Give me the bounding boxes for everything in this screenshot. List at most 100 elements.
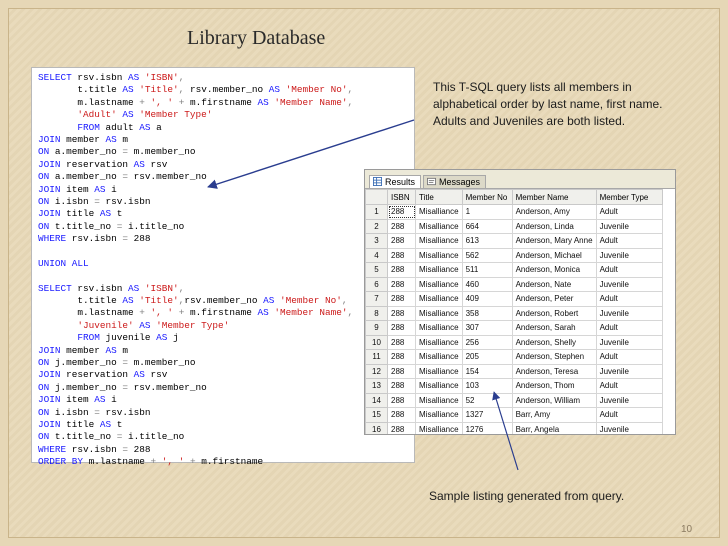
row-number[interactable]: 14	[365, 392, 388, 408]
table-row[interactable]: 4 288 Misalliance 562 Anderson, Michael Juven…	[365, 247, 663, 263]
table-cell[interactable]: 460	[461, 276, 513, 292]
table-cell[interactable]: 103	[461, 378, 513, 394]
table-cell[interactable]: Adult	[595, 378, 663, 394]
table-cell[interactable]: 409	[461, 291, 513, 307]
table-cell[interactable]: 288	[387, 218, 416, 234]
table-cell[interactable]: Anderson, Monica	[511, 262, 597, 278]
table-cell[interactable]: Misalliance	[415, 218, 463, 234]
table-cell[interactable]: 256	[461, 334, 513, 350]
table-cell[interactable]: Anderson, Amy	[511, 204, 597, 220]
results-grid[interactable]: ISBN Title Member No Member Name Member Type…	[365, 189, 663, 434]
table-cell[interactable]: Anderson, Linda	[511, 218, 597, 234]
tab-results[interactable]: Results	[369, 175, 422, 188]
table-row[interactable]: 3 288 Misalliance 613 Anderson, Mary Anne Adu…	[365, 233, 663, 249]
table-cell[interactable]: Juvenile	[595, 305, 663, 321]
table-cell[interactable]: Misalliance	[415, 291, 463, 307]
table-cell[interactable]: Barr, Amy	[511, 407, 597, 423]
table-cell[interactable]: 288	[387, 334, 416, 350]
row-number[interactable]: 7	[365, 291, 388, 307]
table-cell[interactable]: 52	[461, 392, 513, 408]
table-row[interactable]: 14 288 Misalliance 52 Anderson, William Juven…	[365, 392, 663, 408]
table-row[interactable]: 5 288 Misalliance 511 Anderson, Monica Adult	[365, 262, 663, 278]
tab-messages[interactable]: Messages	[423, 175, 487, 188]
table-cell[interactable]: Misalliance	[415, 421, 463, 434]
table-cell[interactable]: Juvenile	[595, 218, 663, 234]
row-number[interactable]: 4	[365, 247, 388, 263]
column-header[interactable]: ISBN	[387, 189, 416, 205]
table-cell[interactable]: 288	[387, 305, 416, 321]
table-cell[interactable]: Misalliance	[415, 407, 463, 423]
row-number[interactable]: 10	[365, 334, 388, 350]
table-cell[interactable]: Anderson, Thom	[511, 378, 597, 394]
table-cell[interactable]: 288	[387, 320, 416, 336]
table-cell[interactable]: 288	[387, 262, 416, 278]
table-cell[interactable]: Adult	[595, 204, 663, 220]
table-row[interactable]: 10 288 Misalliance 256 Anderson, Shelly Juven…	[365, 334, 663, 350]
table-cell[interactable]: 288	[387, 378, 416, 394]
table-cell[interactable]: 288	[387, 407, 416, 423]
table-cell[interactable]: Misalliance	[415, 276, 463, 292]
table-cell[interactable]: 613	[461, 233, 513, 249]
table-cell[interactable]: 288	[387, 421, 416, 434]
table-cell[interactable]: Anderson, Shelly	[511, 334, 597, 350]
table-row[interactable]: 8 288 Misalliance 358 Anderson, Robert Juveni…	[365, 305, 663, 321]
table-cell[interactable]: Adult	[595, 407, 663, 423]
column-header[interactable]: Member No	[461, 189, 513, 205]
table-cell[interactable]: Juvenile	[595, 247, 663, 263]
table-cell[interactable]: 1276	[461, 421, 513, 434]
table-row[interactable]: 15 288 Misalliance 1327 Barr, Amy Adult	[365, 407, 663, 423]
table-cell[interactable]: 288	[387, 247, 416, 263]
table-cell[interactable]: Anderson, Peter	[511, 291, 597, 307]
table-cell[interactable]: Adult	[595, 291, 663, 307]
table-cell[interactable]: Juvenile	[595, 334, 663, 350]
table-cell[interactable]: 1327	[461, 407, 513, 423]
table-row[interactable]: 7 288 Misalliance 409 Anderson, Peter Adult	[365, 291, 663, 307]
table-cell[interactable]: Juvenile	[595, 363, 663, 379]
row-number[interactable]: 13	[365, 378, 388, 394]
table-cell[interactable]: Barr, Angela	[511, 421, 597, 434]
row-number[interactable]: 12	[365, 363, 388, 379]
table-cell[interactable]: Misalliance	[415, 204, 463, 220]
row-number[interactable]: 2	[365, 218, 388, 234]
table-cell[interactable]: Anderson, William	[511, 392, 597, 408]
table-cell[interactable]: Misalliance	[415, 262, 463, 278]
table-row[interactable]: 13 288 Misalliance 103 Anderson, Thom Adult	[365, 378, 663, 394]
table-cell[interactable]: 288	[387, 349, 416, 365]
row-number[interactable]: 9	[365, 320, 388, 336]
table-cell[interactable]: Adult	[595, 262, 663, 278]
table-cell[interactable]: Anderson, Stephen	[511, 349, 597, 365]
table-cell[interactable]: Misalliance	[415, 392, 463, 408]
table-cell[interactable]: 288	[387, 276, 416, 292]
table-row[interactable]: 2 288 Misalliance 664 Anderson, Linda Juvenil…	[365, 218, 663, 234]
table-cell[interactable]: Anderson, Robert	[511, 305, 597, 321]
table-cell[interactable]: Adult	[595, 349, 663, 365]
results-panel[interactable]: Results Messages ISBN Title Member No Member…	[364, 169, 676, 435]
table-row[interactable]: 11 288 Misalliance 205 Anderson, Stephen Adul…	[365, 349, 663, 365]
row-number[interactable]: 6	[365, 276, 388, 292]
table-row[interactable]: 12 288 Misalliance 154 Anderson, Teresa Juven…	[365, 363, 663, 379]
table-cell[interactable]: Adult	[595, 320, 663, 336]
table-cell[interactable]: Misalliance	[415, 334, 463, 350]
table-cell[interactable]: Misalliance	[415, 378, 463, 394]
table-cell[interactable]: 288	[387, 291, 416, 307]
table-cell[interactable]: 288	[387, 204, 416, 220]
table-cell[interactable]: 288	[387, 392, 416, 408]
table-cell[interactable]: Misalliance	[415, 320, 463, 336]
table-cell[interactable]: Misalliance	[415, 349, 463, 365]
column-header[interactable]: Member Name	[511, 189, 597, 205]
table-cell[interactable]: 288	[387, 363, 416, 379]
row-number[interactable]: 11	[365, 349, 388, 365]
table-cell[interactable]: 511	[461, 262, 513, 278]
table-cell[interactable]: Anderson, Sarah	[511, 320, 597, 336]
table-cell[interactable]: Misalliance	[415, 233, 463, 249]
row-number[interactable]: 16	[365, 421, 388, 434]
table-cell[interactable]: 1	[461, 204, 513, 220]
table-cell[interactable]: 358	[461, 305, 513, 321]
table-cell[interactable]: Anderson, Michael	[511, 247, 597, 263]
table-row[interactable]: 16 288 Misalliance 1276 Barr, Angela Juvenile	[365, 421, 663, 434]
table-cell[interactable]: Juvenile	[595, 421, 663, 434]
table-cell[interactable]: Anderson, Nate	[511, 276, 597, 292]
table-cell[interactable]: Juvenile	[595, 276, 663, 292]
table-cell[interactable]: Misalliance	[415, 247, 463, 263]
table-row[interactable]: 6 288 Misalliance 460 Anderson, Nate Juvenile	[365, 276, 663, 292]
